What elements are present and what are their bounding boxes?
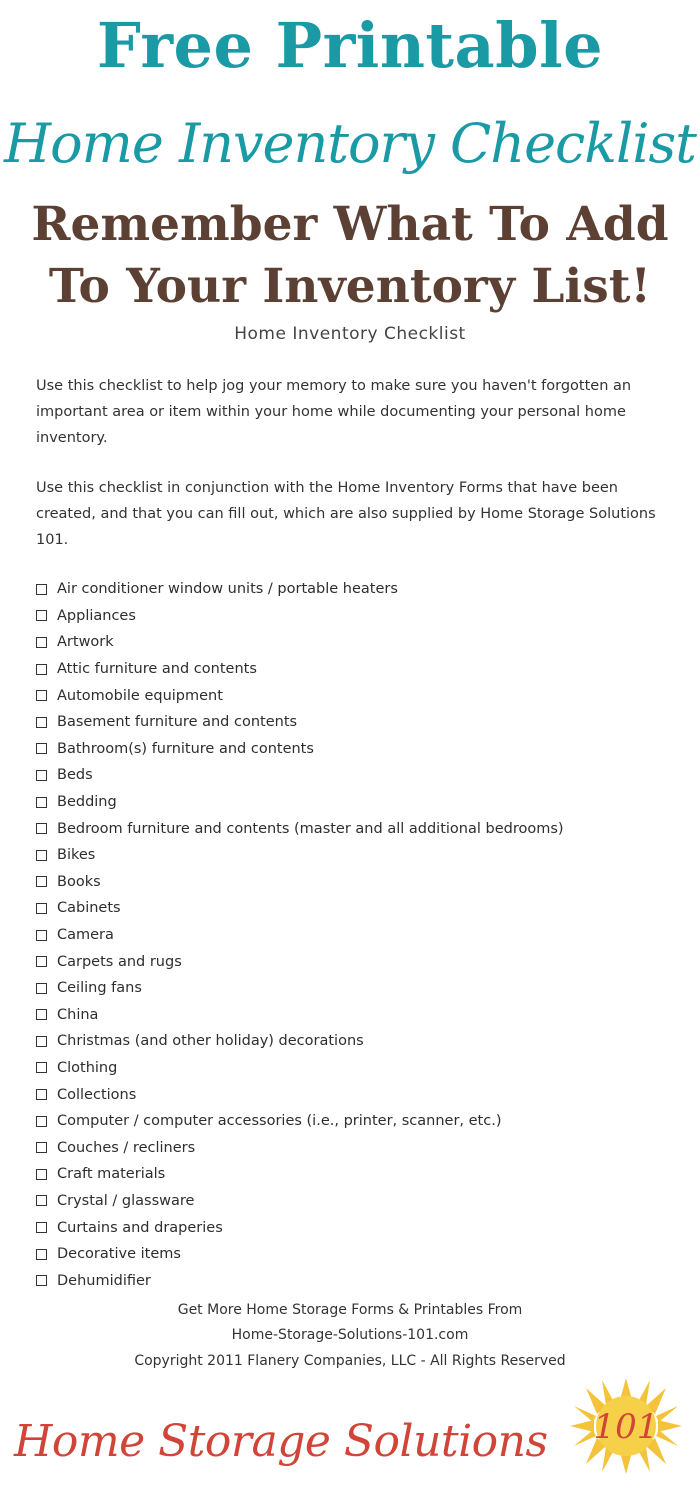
checklist-item: Bikes [36,842,686,869]
checklist-item-label: Computer / computer accessories (i.e., p… [57,1113,502,1130]
checklist-item: Automobile equipment [36,682,686,709]
checkbox[interactable] [36,902,47,914]
checklist-item-label: Dehumidifier [57,1272,151,1289]
checklist-item-label: Beds [57,767,93,784]
checkbox[interactable] [36,583,47,595]
header-subtitle-line1: Remember What To Add [31,197,669,252]
checkbox[interactable] [36,982,47,994]
checklist-item: Craft materials [36,1161,686,1188]
checklist-item-label: Basement furniture and contents [57,714,298,731]
checkbox[interactable] [36,1062,47,1074]
checklist-item-label: Bathroom(s) furniture and contents [57,740,314,757]
checklist-item-label: Artwork [57,634,114,651]
checkbox[interactable] [36,1009,47,1021]
checklist-item: Clothing [36,1055,686,1082]
checkbox[interactable] [36,1195,47,1207]
checkbox[interactable] [36,823,47,835]
checklist-item-label: Crystal / glassware [57,1192,195,1209]
checklist-item-label: Decorative items [57,1246,181,1263]
checklist-item-label: Couches / recliners [57,1139,196,1156]
checkbox[interactable] [36,1115,47,1127]
checklist-item-label: China [57,1006,99,1023]
checkbox[interactable] [36,1142,47,1154]
checklist-item-label: Curtains and draperies [57,1219,223,1236]
checklist-item: Air conditioner window units / portable … [36,576,686,603]
intro-paragraph: Use this checklist to help jog your memo… [36,378,632,446]
checklist-item-label: Collections [57,1086,137,1103]
checklist-item: Appliances [36,603,686,630]
checkbox[interactable] [36,610,47,622]
logo-number: 101 [594,1407,659,1447]
checkbox[interactable] [36,1168,47,1180]
checkbox[interactable] [36,956,47,968]
checklist-item: Ceiling fans [36,975,686,1002]
checklist-item: Attic furniture and contents [36,656,686,683]
checkbox[interactable] [36,1089,47,1101]
checkbox[interactable] [36,1222,47,1234]
checklist-item: Computer / computer accessories (i.e., p… [36,1108,686,1135]
checkbox[interactable] [36,1035,47,1047]
checklist-item-label: Camera [57,927,114,944]
checklist-item-label: Books [57,873,101,890]
checklist-item: Beds [36,762,686,789]
checklist-item: Christmas (and other holiday) decoration… [36,1028,686,1055]
brand-logo-text: Home Storage Solutions [14,1416,548,1467]
checkbox[interactable] [36,769,47,781]
checkbox[interactable] [36,690,47,702]
checklist-item-label: Clothing [57,1059,118,1076]
checklist-item-label: Cabinets [57,900,121,917]
inventory-checklist: Air conditioner window units / portable … [36,576,686,1294]
checklist-item-label: Craft materials [57,1166,166,1183]
checklist-item-label: Christmas (and other holiday) decoration… [57,1033,364,1050]
checklist-item: Bedroom furniture and contents (master a… [36,815,686,842]
footer-copyright: Copyright 2011 Flanery Companies, LLC - … [134,1353,566,1369]
checkbox[interactable] [36,716,47,728]
checklist-item: Bathroom(s) furniture and contents [36,736,686,763]
usage-paragraph: Use this checklist in conjunction with t… [36,480,656,548]
checkbox[interactable] [36,876,47,888]
sun-icon: 101 [570,1378,682,1474]
checklist-item-label: Automobile equipment [57,687,223,704]
footer-website[interactable]: Home-Storage-Solutions-101.com [0,1323,700,1347]
checkbox[interactable] [36,1275,47,1287]
checklist-item-label: Ceiling fans [57,980,142,997]
checkbox[interactable] [36,796,47,808]
header-subtitle: Remember What To Add To Your Inventory L… [0,194,700,318]
header-subtitle-line2: To Your Inventory List! [48,259,652,314]
checkbox[interactable] [36,663,47,675]
checklist-item: Collections [36,1081,686,1108]
checklist-item-label: Appliances [57,607,136,624]
checklist-item: Artwork [36,629,686,656]
document-title: Home Inventory Checklist [234,324,466,344]
checklist-item: Dehumidifier [36,1267,686,1294]
checklist-item: Basement furniture and contents [36,709,686,736]
checklist-item: Cabinets [36,895,686,922]
checklist-item-label: Bikes [57,847,96,864]
checklist-item-label: Attic furniture and contents [57,661,257,678]
checklist-item: Decorative items [36,1241,686,1268]
checkbox[interactable] [36,849,47,861]
checklist-item: China [36,1002,686,1029]
checkbox[interactable] [36,636,47,648]
header-script-title: Home Inventory Checklist [4,112,697,175]
checklist-item: Carpets and rugs [36,948,686,975]
checklist-item-label: Carpets and rugs [57,953,182,970]
header-title: Free Printable [96,9,604,82]
checklist-item: Camera [36,922,686,949]
footer-promo: Get More Home Storage Forms & Printables… [177,1302,523,1318]
checklist-item: Bedding [36,789,686,816]
checklist-item: Books [36,869,686,896]
checklist-item: Crystal / glassware [36,1188,686,1215]
checkbox[interactable] [36,929,47,941]
checklist-item-label: Bedding [57,794,117,811]
checklist-item-label: Bedroom furniture and contents (master a… [57,820,564,837]
checklist-item: Couches / recliners [36,1134,686,1161]
checkbox[interactable] [36,1248,47,1260]
checkbox[interactable] [36,743,47,755]
checklist-item: Curtains and draperies [36,1214,686,1241]
checklist-item-label: Air conditioner window units / portable … [57,581,398,598]
